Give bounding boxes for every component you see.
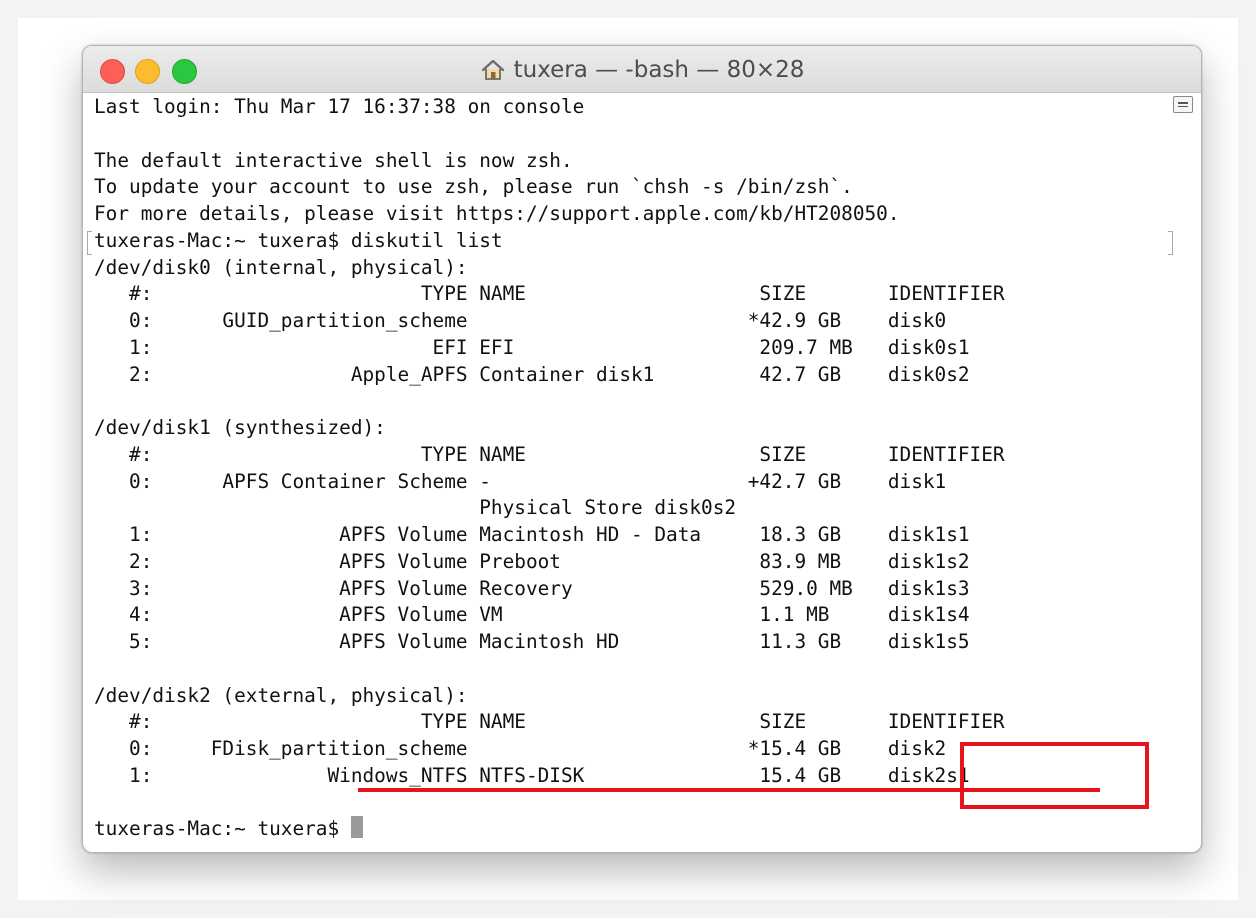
terminal-line: 0: GUID_partition_scheme *42.9 GB disk0 bbox=[94, 309, 947, 332]
terminal-line: #: TYPE NAME SIZE IDENTIFIER bbox=[94, 710, 1005, 734]
terminal-line: To update your account to use zsh, pleas… bbox=[94, 175, 853, 199]
window-title-text: tuxera — -bash — 80×28 bbox=[513, 57, 805, 83]
highlight-box bbox=[960, 742, 1149, 809]
terminal-window: tuxera — -bash — 80×28 Last login: Thu M… bbox=[82, 45, 1202, 853]
terminal-line: Last login: Thu Mar 17 16:37:38 on conso… bbox=[94, 95, 585, 118]
terminal-line: /dev/disk2 (external, physical): bbox=[94, 683, 468, 707]
terminal-line: Physical Store disk0s2 bbox=[94, 496, 737, 520]
terminal-output[interactable]: Last login: Thu Mar 17 16:37:38 on conso… bbox=[94, 94, 1171, 843]
terminal-line: The default interactive shell is now zsh… bbox=[94, 148, 573, 172]
window-title: tuxera — -bash — 80×28 bbox=[83, 54, 1201, 86]
title-bar[interactable]: tuxera — -bash — 80×28 bbox=[83, 46, 1201, 93]
terminal-line: #: TYPE NAME SIZE IDENTIFIER bbox=[94, 442, 1005, 466]
terminal-line: 1: EFI EFI 209.7 MB disk0s1 bbox=[94, 335, 970, 359]
mark-bracket-left bbox=[87, 231, 92, 255]
terminal-line: /dev/disk1 (synthesized): bbox=[94, 416, 386, 439]
home-icon bbox=[481, 59, 504, 80]
terminal-line: tuxeras-Mac:~ tuxera$ diskutil list bbox=[94, 228, 503, 252]
terminal-line: 5: APFS Volume Macintosh HD 11.3 GB disk… bbox=[94, 630, 970, 653]
prompt-line: tuxeras-Mac:~ tuxera$ bbox=[94, 816, 1171, 843]
terminal-line: 2: APFS Volume Preboot 83.9 MB disk1s2 bbox=[94, 549, 970, 573]
scroll-marks-icon[interactable] bbox=[1173, 96, 1193, 113]
terminal-line: 2: Apple_APFS Container disk1 42.7 GB di… bbox=[94, 362, 970, 386]
terminal-line: /dev/disk0 (internal, physical): bbox=[94, 255, 468, 279]
terminal-line: #: TYPE NAME SIZE IDENTIFIER bbox=[94, 282, 1005, 306]
terminal-line: 1: APFS Volume Macintosh HD - Data 18.3 … bbox=[94, 523, 970, 546]
terminal-line: 4: APFS Volume VM 1.1 MB disk1s4 bbox=[94, 603, 970, 627]
terminal-line: 0: APFS Container Scheme - +42.7 GB disk… bbox=[94, 469, 947, 493]
terminal-line: For more details, please visit https://s… bbox=[94, 202, 900, 225]
terminal-line: 3: APFS Volume Recovery 529.0 MB disk1s3 bbox=[94, 576, 970, 600]
text-cursor bbox=[350, 816, 363, 839]
shell-prompt: tuxeras-Mac:~ tuxera$ bbox=[94, 817, 351, 841]
